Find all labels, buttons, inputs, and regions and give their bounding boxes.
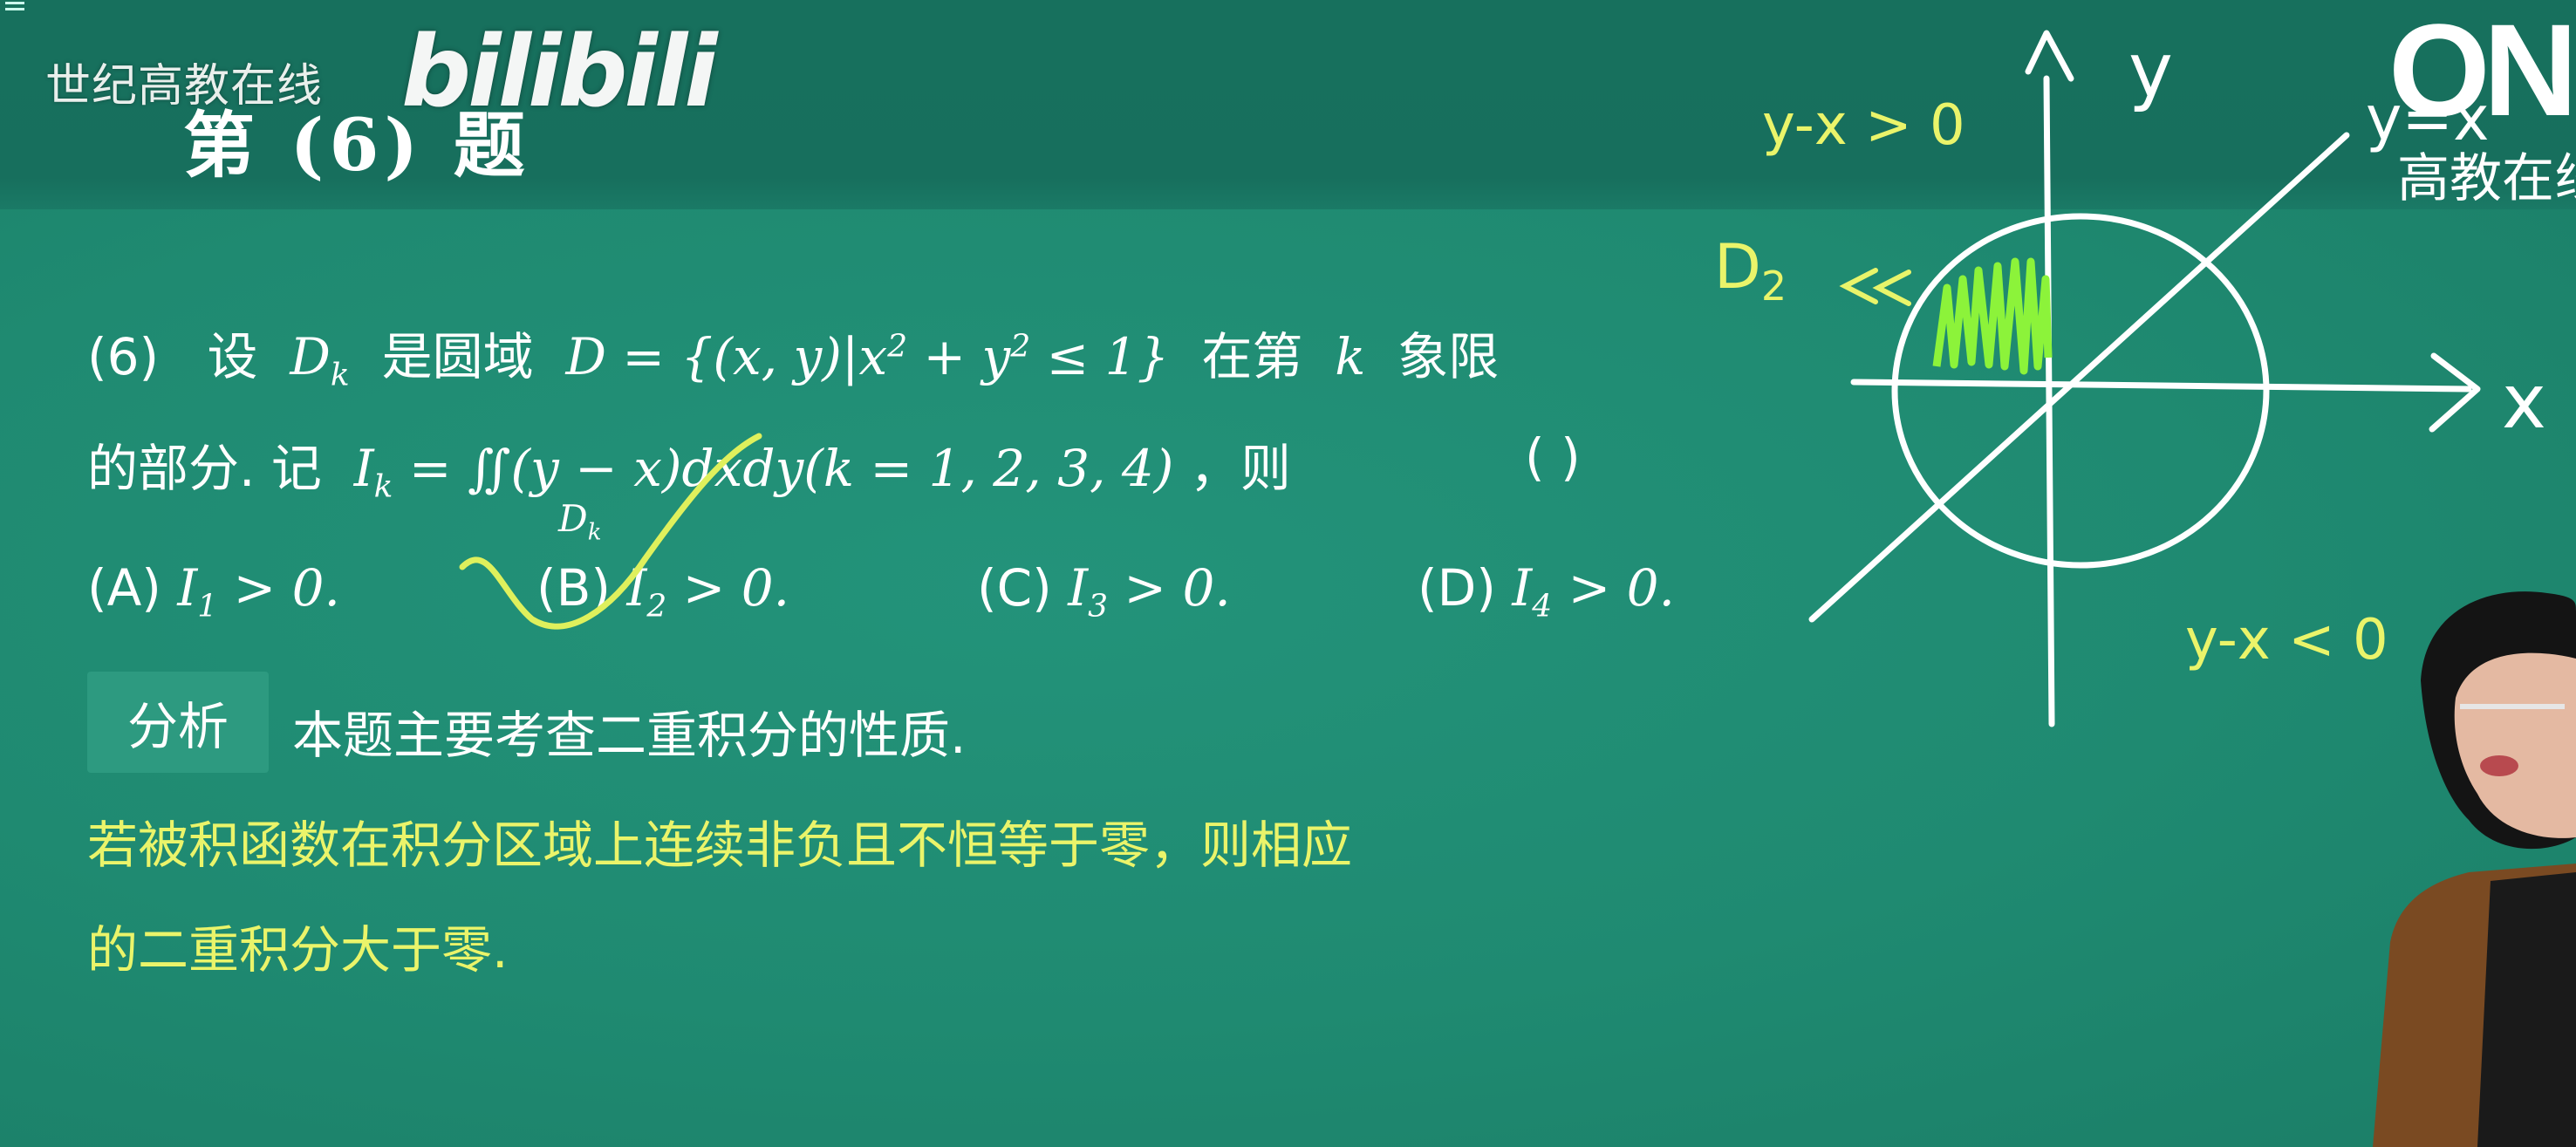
x-axis-arrow xyxy=(2429,352,2481,433)
region-label: D2 xyxy=(1714,231,1787,310)
check-mark xyxy=(459,433,762,630)
x-axis xyxy=(1850,379,2472,393)
y-axis-label: y xyxy=(2128,27,2173,114)
brand-logo: ON 高教在线 xyxy=(2388,0,2576,209)
x-axis-label: x xyxy=(2502,358,2546,446)
region-arrow-icon xyxy=(1839,268,1911,306)
upper-region-label: y-x > 0 xyxy=(1762,93,1965,158)
chalk-sketch: y x y=x y-x > 0 y-x < 0 D2 xyxy=(459,27,2546,727)
region-d2-hatch xyxy=(1932,257,2053,375)
y-axis-arrow xyxy=(2025,30,2074,82)
unit-circle xyxy=(1891,213,2270,569)
presenter-image xyxy=(2373,591,2576,1147)
